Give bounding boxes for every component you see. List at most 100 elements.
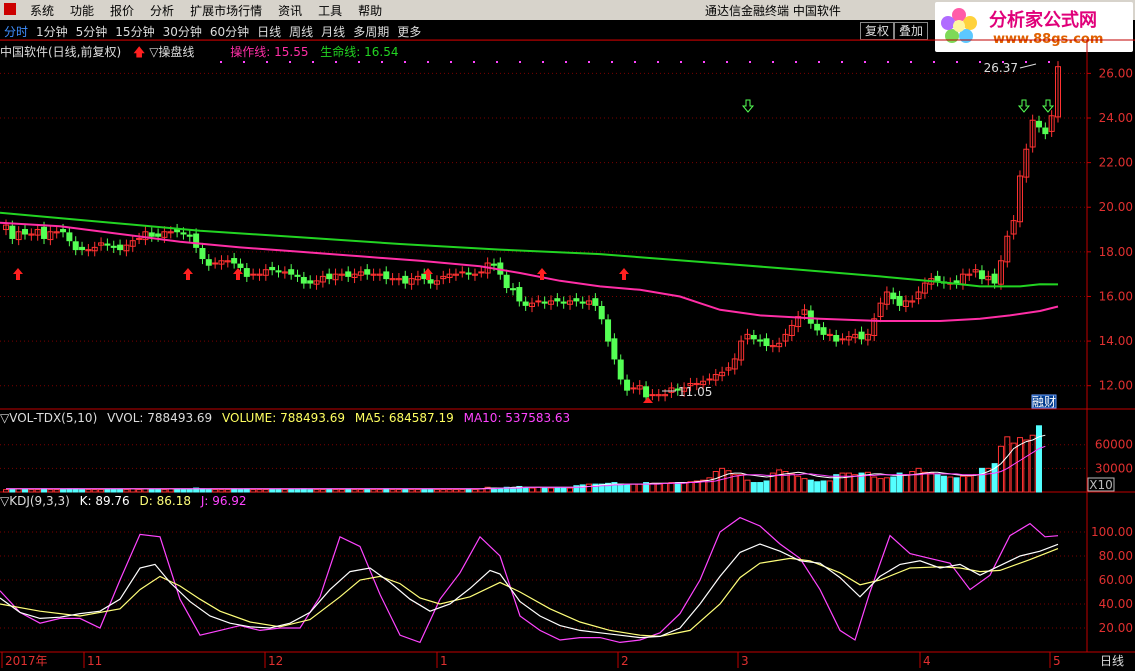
volume-bar	[928, 472, 935, 493]
volume-bar	[383, 488, 390, 493]
volume-bar	[1029, 434, 1036, 493]
volume-bar	[997, 445, 1004, 493]
volume-bar	[763, 480, 770, 493]
candle-body	[294, 274, 301, 277]
volume-bar	[440, 489, 447, 493]
volume-tick-label: 60000	[1095, 438, 1133, 452]
volume-bar	[91, 489, 98, 493]
period-label: 日线	[1100, 654, 1124, 668]
volume-bar	[871, 476, 878, 493]
volume-bar	[41, 488, 48, 493]
volume-bar	[28, 489, 35, 493]
volume-bar	[833, 474, 840, 493]
volume-bar	[731, 474, 738, 493]
candle-body	[617, 359, 624, 380]
candle-body	[60, 229, 67, 233]
volume-bar	[750, 482, 757, 493]
top-marker-dot	[979, 61, 981, 63]
date-tick-label: 3	[741, 654, 749, 668]
price-tick-label: 26.00	[1099, 66, 1133, 80]
buy-arrow-icon	[619, 268, 629, 280]
candle-body	[896, 295, 903, 306]
volume-bar	[142, 488, 149, 493]
volume-bar	[98, 489, 105, 493]
candle-body	[807, 310, 814, 324]
candle-body	[991, 273, 998, 284]
volume-bar	[655, 482, 662, 493]
volume-bar	[890, 476, 897, 493]
volume-bar	[852, 474, 859, 493]
buy-arrow-icon	[183, 268, 193, 280]
kdj-tick-label: 20.00	[1099, 621, 1133, 635]
candle-body	[833, 335, 840, 342]
volume-bar	[820, 480, 827, 493]
volume-bar	[218, 489, 225, 493]
candle-body	[522, 301, 529, 306]
candle-body	[237, 263, 244, 268]
candle-body	[402, 275, 409, 284]
candle-body	[839, 338, 846, 341]
volume-bar	[180, 489, 187, 493]
volume-bar	[560, 487, 567, 493]
volume-bar	[877, 478, 884, 493]
volume-bar	[47, 489, 54, 493]
volume-bar	[459, 489, 466, 493]
volume-bar	[123, 489, 130, 493]
candle-body	[275, 270, 282, 273]
volume-bar	[224, 489, 231, 493]
candle-body	[503, 274, 510, 289]
candle-body	[1035, 120, 1042, 128]
price-tick-label: 24.00	[1099, 111, 1133, 125]
candle-body	[592, 298, 599, 306]
volume-bar	[148, 489, 155, 493]
volume-bar	[79, 489, 86, 493]
date-tick-label: 2017年	[5, 654, 48, 668]
top-marker-dot	[519, 61, 521, 63]
volume-bar	[529, 487, 535, 493]
volume-bar	[579, 484, 586, 493]
high-annotation: 26.37	[984, 61, 1018, 75]
candle-body	[605, 319, 612, 342]
top-marker-dot	[588, 61, 590, 63]
candle-body	[243, 268, 250, 277]
candle-body	[250, 273, 257, 276]
candle-body	[598, 306, 605, 320]
volume-bar	[161, 489, 168, 493]
volume-bar	[757, 482, 764, 493]
volume-bar	[883, 477, 890, 493]
volume-bar	[117, 489, 124, 493]
volume-bar	[326, 489, 333, 493]
top-marker-dot	[565, 61, 567, 63]
volume-bar	[256, 489, 263, 493]
volume-bar	[370, 489, 377, 493]
candle-body	[180, 232, 187, 235]
volume-bar	[15, 488, 22, 493]
top-marker-dot	[496, 61, 498, 63]
candle-body	[763, 338, 770, 347]
volume-bar	[186, 489, 193, 493]
volume-bar	[478, 488, 485, 493]
volume-bar	[167, 488, 174, 493]
volume-bar	[250, 489, 257, 493]
volume-bar	[313, 489, 320, 493]
volume-bar	[966, 475, 973, 493]
volume-bar	[554, 487, 561, 493]
top-marker-dot	[289, 61, 291, 63]
candle-body	[560, 301, 567, 304]
volume-bar	[934, 474, 941, 493]
volume-bar	[826, 480, 833, 493]
volume-bar	[60, 489, 67, 493]
top-marker-dot	[381, 61, 383, 63]
kdj-tick-label: 60.00	[1099, 573, 1133, 587]
volume-bar	[548, 487, 555, 493]
candle-body	[364, 269, 371, 275]
volume-bar	[421, 489, 428, 493]
candle-body	[326, 273, 333, 280]
volume-bar	[414, 489, 421, 493]
price-tick-label: 14.00	[1099, 334, 1133, 348]
volume-bar	[801, 478, 808, 493]
candle-body	[611, 338, 618, 360]
volume-bar	[174, 489, 181, 493]
candle-body	[41, 226, 48, 239]
top-marker-dot	[772, 61, 774, 63]
